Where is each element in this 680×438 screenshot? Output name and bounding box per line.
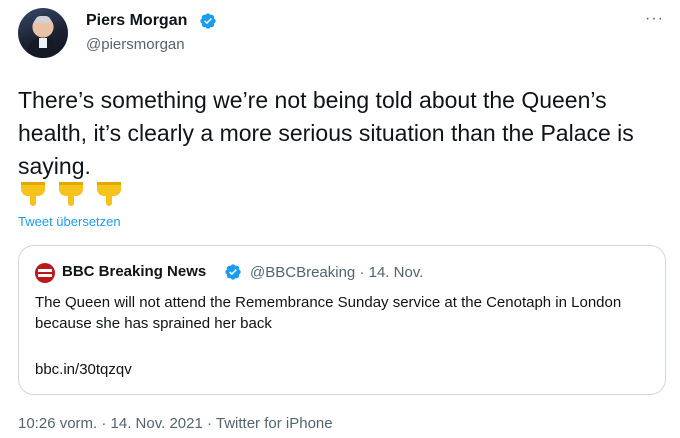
author-avatar[interactable]: [18, 8, 68, 58]
avatar-collar: [39, 38, 47, 48]
pointing-down-emoji-icon: [97, 182, 121, 206]
avatar-hair: [35, 16, 51, 23]
quoted-author-name[interactable]: BBC Breaking News: [62, 263, 206, 280]
pointing-down-emoji-icon: [59, 182, 83, 206]
quoted-handle-date[interactable]: @BBCBreaking · 14. Nov.: [250, 264, 423, 281]
quoted-tweet-text: The Queen will not attend the Remembranc…: [35, 294, 622, 332]
verified-badge-icon: [200, 13, 216, 29]
tweet-timestamp-source[interactable]: 10:26 vorm. · 14. Nov. 2021 · Twitter fo…: [18, 415, 333, 432]
emoji-row: [18, 178, 124, 208]
translate-tweet-link[interactable]: Tweet übersetzen: [18, 214, 121, 229]
quoted-tweet-card[interactable]: BBC Breaking News @BBCBreaking · 14. Nov…: [18, 245, 666, 395]
pointing-down-emoji-icon: [21, 182, 45, 206]
tweet-text: There’s something we’re not being told a…: [18, 87, 634, 179]
author-handle[interactable]: @piersmorgan: [86, 36, 185, 53]
bbc-news-avatar[interactable]: [35, 263, 55, 283]
author-name[interactable]: Piers Morgan: [86, 12, 187, 30]
verified-badge-icon: [225, 264, 241, 280]
quoted-tweet-link[interactable]: bbc.in/30tqzqv: [35, 361, 132, 378]
more-options-icon[interactable]: ···: [645, 10, 664, 28]
